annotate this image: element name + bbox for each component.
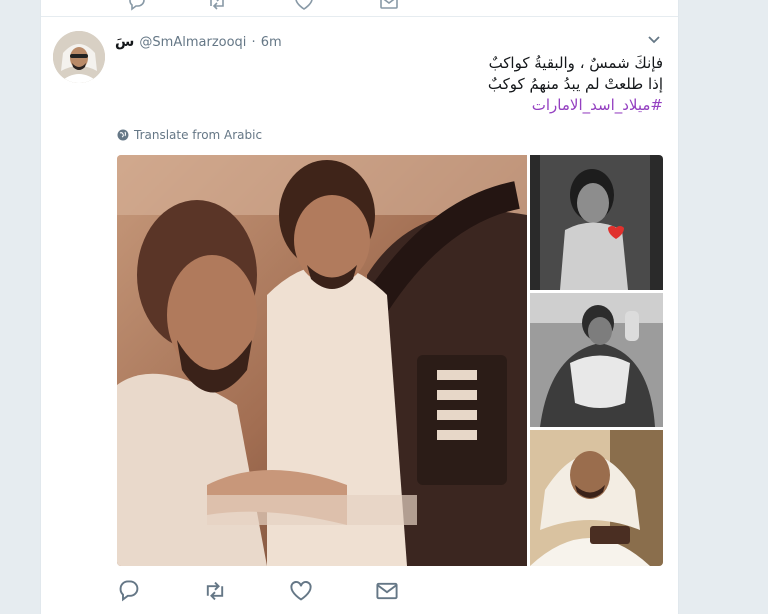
tweet-actions xyxy=(117,579,657,603)
timeline: سَ @SmAlmarzooqi · 6m فإنكَ شمسٌ ، والبق… xyxy=(40,0,679,614)
separator: · xyxy=(251,35,256,50)
globe-icon xyxy=(117,129,129,141)
message-icon[interactable] xyxy=(379,0,399,12)
retweet-icon[interactable] xyxy=(207,0,227,12)
tweet-header: سَ @SmAlmarzooqi · 6m xyxy=(115,31,282,51)
user-handle[interactable]: @SmAlmarzooqi xyxy=(139,35,246,50)
hashtag-link[interactable]: #ميلاد_اسد_الامارات xyxy=(532,96,663,114)
reply-icon[interactable] xyxy=(127,0,147,12)
chevron-down-icon[interactable] xyxy=(646,31,662,47)
tweet-text: فإنكَ شمسٌ ، والبقيةُ كواكبٌ إذا طلعتْ ل… xyxy=(115,53,663,116)
photo-main[interactable] xyxy=(117,155,527,566)
like-icon[interactable] xyxy=(289,579,313,603)
message-icon[interactable] xyxy=(375,579,399,603)
like-icon[interactable] xyxy=(294,0,314,12)
photo-man-smiling[interactable] xyxy=(530,430,663,566)
photo-man-telephone[interactable] xyxy=(530,293,663,427)
tweet[interactable]: سَ @SmAlmarzooqi · 6m فإنكَ شمسٌ ، والبق… xyxy=(41,17,678,614)
reply-icon[interactable] xyxy=(117,579,141,603)
retweet-icon[interactable] xyxy=(203,579,227,603)
display-name[interactable]: سَ xyxy=(115,34,134,50)
timestamp[interactable]: 6m xyxy=(261,35,282,50)
translate-label: Translate from Arabic xyxy=(134,128,263,142)
photo-child-portrait[interactable] xyxy=(530,155,663,290)
previous-tweet-actions xyxy=(41,0,678,17)
tweet-text-line1: فإنكَ شمسٌ ، والبقيةُ كواكبٌ xyxy=(488,54,663,72)
media-grid xyxy=(117,155,663,566)
avatar[interactable] xyxy=(53,31,105,83)
tweet-text-line2: إذا طلعتْ لم يبدُ منهمُ كوكبٌ xyxy=(487,75,663,93)
translate-link[interactable]: Translate from Arabic xyxy=(117,128,262,142)
